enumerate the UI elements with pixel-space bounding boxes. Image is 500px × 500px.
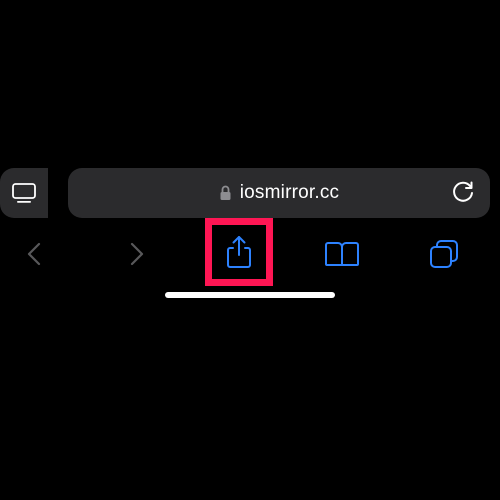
url-bar-row: iosmirror.cc [0, 168, 500, 218]
url-domain-text: iosmirror.cc [240, 182, 340, 204]
home-indicator[interactable] [165, 292, 335, 298]
reload-button[interactable] [452, 181, 474, 205]
bookmarks-icon [324, 240, 360, 268]
bookmarks-button[interactable] [308, 228, 376, 280]
reload-icon [452, 181, 474, 205]
tabs-icon [429, 239, 459, 269]
bottom-toolbar [0, 218, 500, 280]
back-button[interactable] [0, 228, 68, 280]
safari-bottom-ui: iosmirror.cc [0, 168, 500, 280]
lock-icon [219, 185, 232, 201]
forward-button[interactable] [103, 228, 171, 280]
page-settings-button[interactable] [0, 168, 48, 218]
url-bar[interactable]: iosmirror.cc [68, 168, 490, 218]
share-button[interactable] [226, 235, 252, 269]
share-icon [226, 235, 252, 269]
back-icon [26, 241, 42, 267]
tabs-button[interactable] [410, 228, 478, 280]
forward-icon [129, 241, 145, 267]
reader-icon [12, 183, 36, 203]
share-button-highlight [205, 218, 273, 286]
